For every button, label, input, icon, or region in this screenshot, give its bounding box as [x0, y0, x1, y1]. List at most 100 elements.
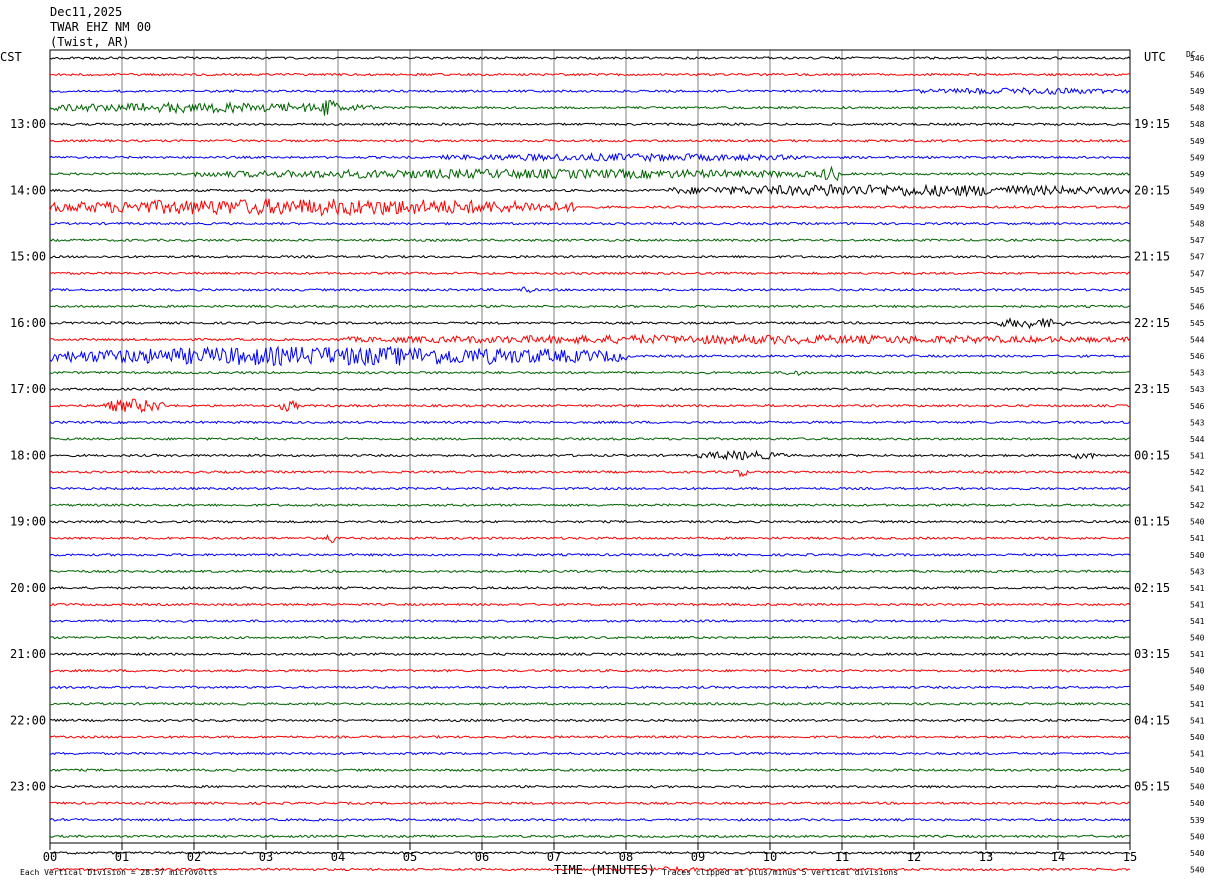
x-axis-tick-label: 03 — [259, 850, 273, 864]
trace-group — [49, 56, 1131, 873]
seismic-trace — [49, 271, 1131, 276]
dc-offset-labels: 546 546 549 548 548 549 549 549 549 549 548 547 547 5… — [1190, 54, 1205, 874]
dc-offset-label: 540 — [1190, 518, 1205, 527]
left-timezone-label: CST — [0, 50, 22, 64]
x-axis-tick-label: 08 — [619, 850, 633, 864]
dc-offset-label: 541 — [1190, 617, 1205, 626]
x-axis-tick-label: 00 — [43, 850, 57, 864]
seismic-trace — [49, 569, 1131, 574]
dc-offset-label: 549 — [1190, 137, 1205, 146]
x-axis-tick-label: 11 — [835, 850, 849, 864]
dc-offset-label: 541 — [1190, 750, 1205, 759]
seismic-trace — [49, 72, 1131, 77]
seismic-trace — [49, 197, 1131, 217]
seismic-trace — [49, 585, 1131, 590]
dc-offset-label: 547 — [1190, 269, 1205, 278]
seismic-trace — [49, 304, 1131, 309]
seismic-trace — [49, 138, 1131, 143]
right-hour-labels: 19:15 20:15 21:15 22:15 23:15 00:15 01:15 02:15… — [1134, 117, 1170, 793]
seismic-trace — [49, 602, 1131, 607]
x-axis-tick-label: 13 — [979, 850, 993, 864]
seismic-trace — [49, 387, 1131, 392]
x-axis-tick-label: 10 — [763, 850, 777, 864]
left-hour-label: 19:00 — [10, 515, 46, 529]
x-axis-tick-label: 04 — [331, 850, 345, 864]
x-axis-tick-label: 07 — [547, 850, 561, 864]
dc-offset-label: 546 — [1190, 402, 1205, 411]
dc-offset-label: 547 — [1190, 236, 1205, 245]
seismic-trace — [49, 503, 1131, 508]
dc-offset-label: 541 — [1190, 451, 1205, 460]
dc-offset-label: 546 — [1190, 302, 1205, 311]
dc-offset-label: 544 — [1190, 336, 1205, 345]
left-hour-label: 22:00 — [10, 713, 46, 727]
x-axis-tick-label: 06 — [475, 850, 489, 864]
seismic-trace — [49, 635, 1131, 640]
x-axis-tick-label: 14 — [1051, 850, 1065, 864]
dc-offset-label: 546 — [1190, 54, 1205, 63]
left-hour-label: 20:00 — [10, 581, 46, 595]
dc-offset-label: 548 — [1190, 104, 1205, 113]
x-axis-tick-label: 09 — [691, 850, 705, 864]
seismic-trace — [50, 533, 1131, 544]
seismic-trace — [49, 317, 1131, 330]
seismic-trace — [49, 701, 1131, 706]
left-hour-label: 14:00 — [10, 183, 46, 197]
x-axis-tick-label: 05 — [403, 850, 417, 864]
dc-offset-label: 540 — [1190, 799, 1205, 808]
dc-offset-label: 549 — [1190, 153, 1205, 162]
dc-offset-label: 541 — [1190, 600, 1205, 609]
seismic-trace — [49, 286, 1131, 294]
dc-offset-label: 543 — [1190, 369, 1205, 378]
dc-offset-label: 540 — [1190, 733, 1205, 742]
dc-offset-label: 547 — [1190, 253, 1205, 262]
header-station: TWAR EHZ NM 00 — [50, 20, 151, 34]
plot-area — [49, 49, 1131, 873]
dc-offset-label: 549 — [1190, 87, 1205, 96]
right-hour-label: 05:15 — [1134, 780, 1170, 794]
seismic-trace — [49, 238, 1131, 243]
x-axis-tick-label: 12 — [907, 850, 921, 864]
right-hour-label: 00:15 — [1134, 448, 1170, 462]
x-axis-tick-label: 02 — [187, 850, 201, 864]
right-hour-label: 23:15 — [1134, 382, 1170, 396]
left-hour-label: 18:00 — [10, 448, 46, 462]
dc-offset-label: 540 — [1190, 667, 1205, 676]
seismic-trace — [49, 370, 1131, 376]
plot-frame — [49, 49, 1131, 844]
seismic-trace — [49, 436, 1131, 441]
dc-offset-label: 546 — [1190, 71, 1205, 80]
x-axis-tick-label: 01 — [115, 850, 129, 864]
dc-offset-label: 549 — [1190, 186, 1205, 195]
dc-offset-label: 541 — [1190, 650, 1205, 659]
seismic-trace — [49, 165, 1131, 182]
x-axis-label: TIME (MINUTES) — [554, 863, 655, 877]
seismic-trace — [49, 122, 1131, 127]
seismic-trace — [49, 519, 1131, 524]
seismic-trace — [49, 801, 1131, 806]
right-hour-label: 02:15 — [1134, 581, 1170, 595]
dc-offset-label: 542 — [1190, 468, 1205, 477]
dc-offset-label: 546 — [1190, 352, 1205, 361]
dc-offset-label: 545 — [1190, 319, 1205, 328]
dc-offset-label: 542 — [1190, 501, 1205, 510]
footer-vertical-division-note: Each Vertical Division = 28.57 microvolt… — [20, 868, 218, 877]
dc-offset-label: 540 — [1190, 551, 1205, 560]
seismic-trace — [49, 254, 1131, 259]
dc-offset-label: 548 — [1190, 120, 1205, 129]
dc-offset-label: 549 — [1190, 203, 1205, 212]
header-date: Dec11,2025 — [50, 5, 122, 19]
seismic-trace — [49, 850, 1131, 855]
dc-offset-label: 545 — [1190, 286, 1205, 295]
seismic-trace — [49, 99, 1131, 116]
left-hour-label: 16:00 — [10, 316, 46, 330]
seismic-trace — [49, 817, 1131, 822]
seismic-trace — [49, 552, 1131, 557]
right-hour-label: 20:15 — [1134, 183, 1170, 197]
dc-offset-label: 540 — [1190, 865, 1205, 874]
dc-offset-label: 544 — [1190, 435, 1205, 444]
dc-offset-label: 540 — [1190, 683, 1205, 692]
dc-offset-label: 539 — [1190, 816, 1205, 825]
seismic-trace — [49, 398, 1131, 414]
dc-offset-label: 540 — [1190, 766, 1205, 775]
